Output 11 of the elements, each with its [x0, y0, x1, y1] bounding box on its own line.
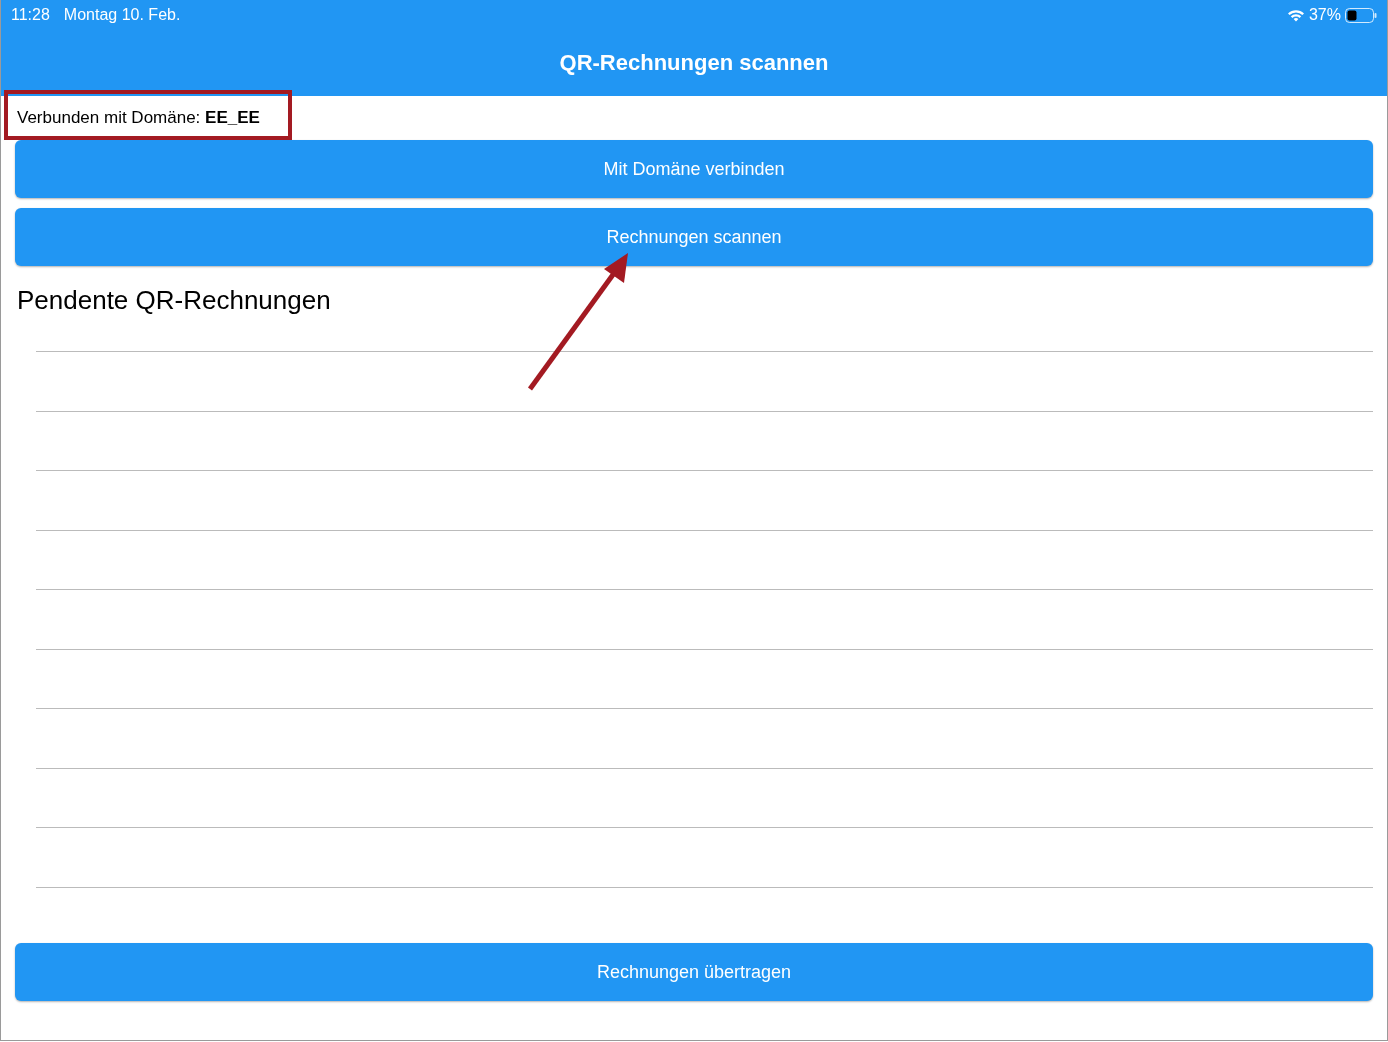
action-button[interactable]: Rechnungen scannen [15, 208, 1373, 266]
transfer-button[interactable]: Rechnungen übertragen [15, 943, 1373, 1001]
domain-label: Verbunden mit Domäne: EE_EE [17, 108, 260, 128]
wifi-icon [1286, 8, 1305, 22]
status-time: 11:28 [11, 6, 50, 24]
action-button[interactable]: Mit Domäne verbinden [15, 140, 1373, 198]
status-date: Montag 10. Feb. [63, 6, 181, 24]
battery-icon [1345, 7, 1377, 23]
section-heading: Pendente QR-Rechnungen [16, 284, 332, 317]
screen-title: QR-Rechnungen scannen [559, 50, 829, 76]
battery-percent: 37% [1308, 6, 1341, 24]
